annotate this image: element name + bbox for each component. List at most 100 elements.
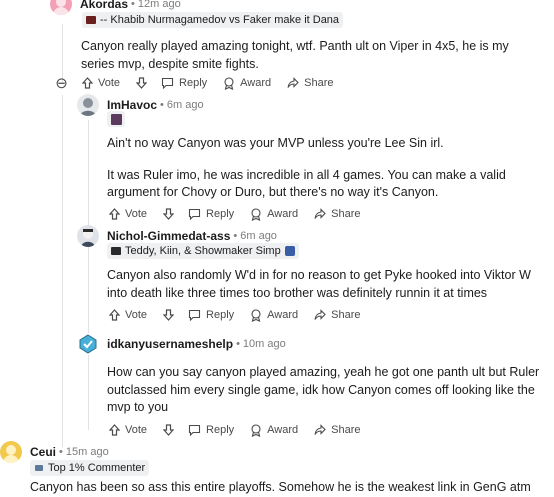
flair-image-icon [111, 247, 121, 255]
share-label: Share [331, 424, 361, 436]
flair-image-icon [86, 16, 96, 24]
reply-button[interactable]: Reply [161, 77, 207, 89]
separator: • [59, 446, 63, 458]
username[interactable]: ImHavoc [107, 98, 157, 112]
username[interactable]: Akordas [80, 0, 128, 11]
username[interactable]: Ceui [30, 445, 56, 459]
separator: • [236, 338, 240, 350]
avatar[interactable] [77, 94, 99, 116]
award-button[interactable]: Award [250, 308, 299, 322]
upvote-icon[interactable] [109, 424, 120, 436]
comment: idkanyusernameshelp • 10m ago [77, 333, 547, 355]
comment-paragraph: It was Ruler imo, he was incredible in a… [107, 167, 506, 200]
share-label: Share [331, 309, 361, 321]
comment-actions: ⊖ Vote Reply Award Share [55, 71, 350, 95]
upvote-icon[interactable] [82, 77, 93, 89]
vote-button[interactable]: Vote [109, 424, 147, 436]
user-flair: Teddy, Kiin, & Showmaker Simp [107, 243, 299, 259]
separator: • [131, 0, 135, 10]
timestamp: 6m ago [166, 99, 204, 111]
user-flair-badge [107, 111, 125, 127]
comment-body: Canyon also randomly W'd in for no reaso… [107, 267, 547, 302]
timestamp: 6m ago [240, 230, 277, 242]
share-icon [287, 77, 299, 88]
comment-paragraph: How can you say canyon played amazing, y… [107, 365, 540, 414]
thread-line [62, 95, 63, 447]
share-button[interactable]: Share [314, 424, 361, 436]
downvote-icon[interactable] [136, 77, 148, 89]
downvote-icon[interactable] [163, 424, 175, 436]
avatar[interactable] [0, 441, 22, 463]
award-icon [251, 423, 261, 437]
reply-label: Reply [206, 309, 235, 321]
share-button[interactable]: Share [314, 208, 361, 220]
award-icon [251, 308, 261, 322]
separator: • [233, 230, 238, 242]
comment-body: Canyon has been so ass this entire playo… [30, 479, 550, 497]
comment-actions: Vote Reply Award Share [109, 418, 377, 442]
comment-paragraph: Canyon also randomly W'd in for no reaso… [107, 268, 531, 300]
username[interactable]: Nichol-Gimmedat-ass [107, 229, 230, 243]
vote-label: Vote [98, 77, 121, 89]
share-button[interactable]: Share [314, 309, 361, 321]
share-button[interactable]: Share [287, 77, 334, 89]
timestamp: 15m ago [65, 446, 109, 458]
vote-button[interactable]: Vote [109, 309, 147, 321]
username[interactable]: idkanyusernameshelp [107, 337, 233, 351]
user-flair: -- Khabib Nurmagamedov vs Faker make it … [82, 12, 344, 28]
award-label: Award [240, 77, 272, 89]
downvote-icon[interactable] [163, 208, 175, 220]
timestamp: 10m ago [242, 338, 286, 350]
user-flair: Top 1% Commenter [30, 460, 150, 476]
reply-icon [188, 208, 201, 220]
vote-button[interactable]: Vote [109, 208, 147, 220]
reply-button[interactable]: Reply [188, 424, 234, 436]
share-label: Share [331, 208, 361, 220]
timestamp: 12m ago [137, 0, 181, 10]
reply-label: Reply [179, 77, 208, 89]
flair-emoji-icon [284, 246, 295, 256]
reply-label: Reply [206, 424, 235, 436]
downvote-icon[interactable] [163, 309, 175, 321]
comment-paragraph: Canyon has been so ass this entire playo… [30, 480, 531, 494]
avatar[interactable] [50, 0, 72, 15]
reply-icon [188, 424, 201, 436]
share-icon [314, 424, 326, 435]
award-icon [224, 76, 234, 90]
award-label: Award [267, 208, 299, 220]
share-icon [314, 309, 326, 320]
award-button[interactable]: Award [250, 207, 299, 221]
reply-icon [161, 77, 174, 89]
vote-label: Vote [125, 309, 148, 321]
vote-button[interactable]: Vote [82, 77, 120, 89]
comment: ImHavoc • 6m ago [77, 94, 547, 116]
flair-text: Top 1% Commenter [48, 462, 146, 474]
flair-text: Teddy, Kiin, & Showmaker Simp [125, 245, 281, 257]
upvote-icon[interactable] [109, 208, 120, 220]
comment-actions: Vote Reply Award Share [109, 303, 377, 327]
reply-button[interactable]: Reply [188, 208, 234, 220]
comment-paragraph: Canyon really played amazing tonight, wt… [81, 39, 509, 71]
commenter-badge-icon [35, 465, 43, 471]
comment-body: Canyon really played amazing tonight, wt… [81, 38, 526, 73]
share-icon [314, 208, 326, 219]
avatar[interactable] [77, 333, 99, 355]
award-icon [251, 207, 261, 221]
flair-image-icon [110, 113, 122, 125]
comment-body: How can you say canyon played amazing, y… [107, 364, 547, 417]
award-button[interactable]: Award [250, 423, 299, 437]
award-label: Award [267, 309, 299, 321]
separator: • [160, 99, 164, 111]
comment-paragraph: Ain't no way Canyon was your MVP unless … [107, 136, 444, 150]
award-button[interactable]: Award [223, 76, 272, 90]
comment-actions: Vote Reply Award Share [109, 202, 377, 226]
thread-line [88, 120, 89, 430]
upvote-icon[interactable] [109, 309, 120, 321]
vote-label: Vote [125, 424, 148, 436]
reply-label: Reply [206, 208, 235, 220]
collapse-thread-button[interactable]: ⊖ [55, 76, 68, 91]
comment-body: Ain't no way Canyon was your MVP unless … [107, 135, 547, 202]
avatar[interactable] [77, 225, 99, 247]
reply-button[interactable]: Reply [188, 309, 234, 321]
award-label: Award [267, 424, 299, 436]
